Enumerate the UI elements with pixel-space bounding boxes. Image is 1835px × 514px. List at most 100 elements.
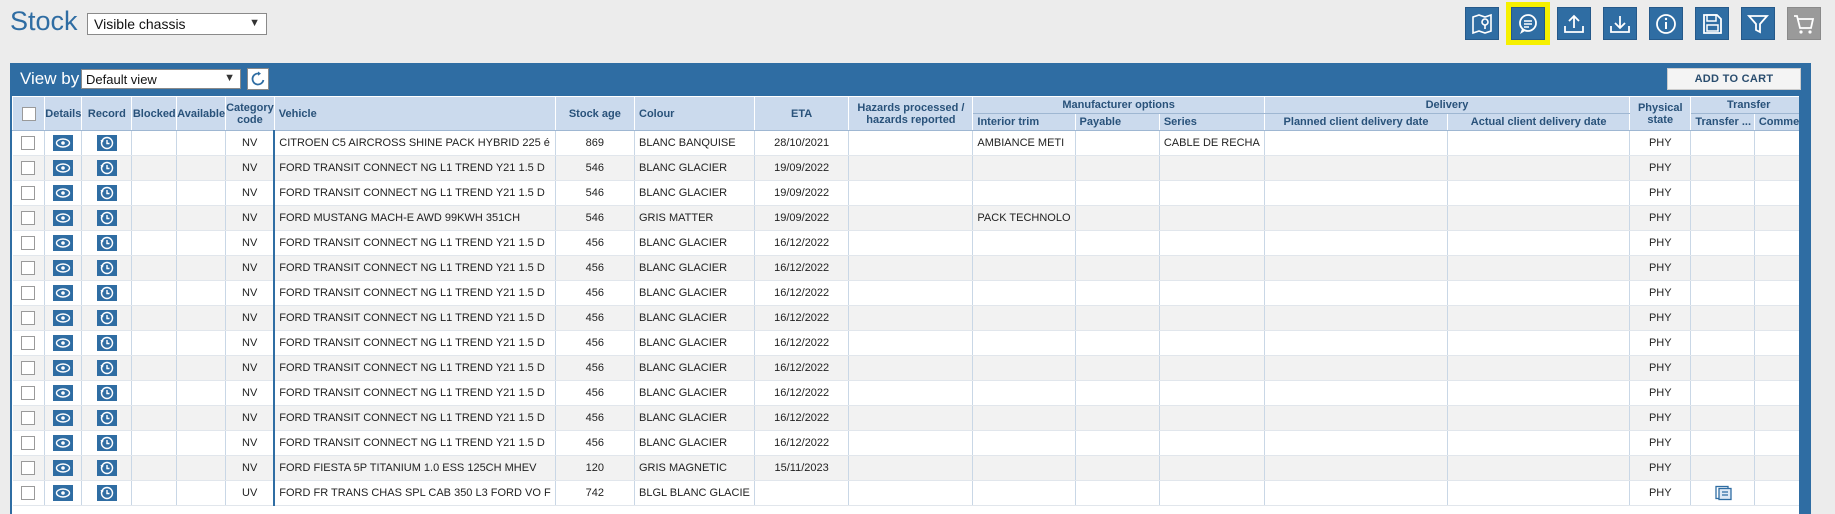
history-icon[interactable] <box>96 460 117 476</box>
interior-trim-cell <box>972 255 1076 281</box>
row-checkbox[interactable] <box>21 311 36 325</box>
row-checkbox[interactable] <box>21 486 36 500</box>
history-icon[interactable] <box>96 135 117 151</box>
row-checkbox[interactable] <box>21 361 36 375</box>
column-transfer[interactable]: Transfer ... <box>1690 113 1755 131</box>
eye-icon[interactable] <box>53 185 74 201</box>
eye-icon[interactable] <box>53 385 74 401</box>
history-icon[interactable] <box>96 235 117 251</box>
column-series[interactable]: Series <box>1158 113 1265 131</box>
table-row[interactable]: NV FORD MUSTANG MACH-E AWD 99KWH 351CH 546… <box>12 205 1807 231</box>
history-icon[interactable] <box>96 410 117 426</box>
history-icon[interactable] <box>96 260 117 276</box>
view-by-select[interactable]: Default view ▼ <box>81 69 241 89</box>
history-icon[interactable] <box>96 485 117 501</box>
cart-icon-button[interactable] <box>1787 7 1821 40</box>
eye-icon[interactable] <box>53 310 74 326</box>
add-to-cart-button[interactable]: ADD TO CART <box>1667 68 1801 90</box>
column-payable[interactable]: Payable <box>1074 113 1160 131</box>
physical-state-cell: PHY <box>1629 230 1692 256</box>
table-row[interactable]: NV FORD TRANSIT CONNECT NG L1 TREND Y21 1… <box>12 305 1807 331</box>
column-vehicle[interactable]: Vehicle <box>273 96 556 131</box>
eye-icon[interactable] <box>53 210 74 226</box>
row-checkbox[interactable] <box>21 461 36 475</box>
eye-icon[interactable] <box>53 235 74 251</box>
history-icon[interactable] <box>96 360 117 376</box>
history-icon[interactable] <box>96 335 117 351</box>
row-checkbox[interactable] <box>21 286 36 300</box>
row-checkbox[interactable] <box>21 211 36 225</box>
map-pin-icon-button[interactable] <box>1465 7 1499 40</box>
column-category-code[interactable]: Category code <box>225 96 275 131</box>
column-colour[interactable]: Colour <box>634 96 755 131</box>
row-checkbox[interactable] <box>21 436 36 450</box>
planned-delivery-cell <box>1264 205 1449 231</box>
history-icon[interactable] <box>96 285 117 301</box>
row-checkbox[interactable] <box>21 186 36 200</box>
series-cell <box>1159 305 1265 331</box>
eye-icon[interactable] <box>53 485 74 501</box>
row-checkbox[interactable] <box>21 161 36 175</box>
eye-icon[interactable] <box>53 335 74 351</box>
table-row[interactable]: NV FORD TRANSIT CONNECT NG L1 TREND Y21 1… <box>12 230 1807 256</box>
eye-icon[interactable] <box>53 160 74 176</box>
info-icon-button[interactable] <box>1649 7 1683 40</box>
save-icon-button[interactable] <box>1695 7 1729 40</box>
interior-trim-cell <box>972 380 1076 406</box>
select-all-checkbox[interactable] <box>21 106 36 121</box>
transfer-document-icon[interactable] <box>1714 485 1732 501</box>
column-hazards[interactable]: Hazards processed / hazards reported <box>848 96 974 131</box>
filter-icon-button[interactable] <box>1741 7 1775 40</box>
row-checkbox[interactable] <box>21 336 36 350</box>
table-row[interactable]: NV FORD TRANSIT CONNECT NG L1 TREND Y21 1… <box>12 330 1807 356</box>
details-cell <box>44 455 83 481</box>
row-checkbox[interactable] <box>21 411 36 425</box>
table-row[interactable]: NV FORD TRANSIT CONNECT NG L1 TREND Y21 1… <box>12 180 1807 206</box>
history-icon[interactable] <box>96 210 117 226</box>
eye-icon[interactable] <box>53 460 74 476</box>
column-physical-state[interactable]: Physical state <box>1629 96 1692 131</box>
vertical-scrollbar[interactable] <box>1799 96 1807 514</box>
eye-icon[interactable] <box>53 285 74 301</box>
column-available[interactable]: Available <box>176 96 227 131</box>
table-row[interactable]: NV FORD TRANSIT CONNECT NG L1 TREND Y21 1… <box>12 430 1807 456</box>
eye-icon[interactable] <box>53 435 74 451</box>
column-actual-delivery[interactable]: Actual client delivery date <box>1447 113 1631 131</box>
column-blocked[interactable]: Blocked <box>131 96 178 131</box>
column-record[interactable]: Record <box>81 96 133 131</box>
row-checkbox[interactable] <box>21 136 36 150</box>
table-row[interactable]: NV FORD TRANSIT CONNECT NG L1 TREND Y21 1… <box>12 405 1807 431</box>
history-icon[interactable] <box>96 310 117 326</box>
column-interior-trim[interactable]: Interior trim <box>972 113 1076 131</box>
table-row[interactable]: NV FORD TRANSIT CONNECT NG L1 TREND Y21 1… <box>12 280 1807 306</box>
payable-cell <box>1075 355 1160 381</box>
table-row[interactable]: NV FORD TRANSIT CONNECT NG L1 TREND Y21 1… <box>12 380 1807 406</box>
table-row[interactable]: NV FORD TRANSIT CONNECT NG L1 TREND Y21 1… <box>12 355 1807 381</box>
eye-icon[interactable] <box>53 135 74 151</box>
column-planned-delivery[interactable]: Planned client delivery date <box>1263 113 1449 131</box>
history-icon[interactable] <box>96 435 117 451</box>
column-stock-age[interactable]: Stock age <box>554 96 636 131</box>
comments-icon-button[interactable] <box>1506 2 1550 45</box>
history-icon[interactable] <box>96 160 117 176</box>
table-row[interactable]: NV FORD TRANSIT CONNECT NG L1 TREND Y21 1… <box>12 255 1807 281</box>
row-checkbox[interactable] <box>21 236 36 250</box>
table-row[interactable]: NV FORD FIESTA 5P TITANIUM 1.0 ESS 125CH … <box>12 455 1807 481</box>
history-icon[interactable] <box>96 185 117 201</box>
reset-view-button[interactable] <box>247 68 269 90</box>
row-checkbox[interactable] <box>21 261 36 275</box>
upload-icon-button[interactable] <box>1557 7 1591 40</box>
eye-icon[interactable] <box>53 260 74 276</box>
vehicle-cell: FORD FIESTA 5P TITANIUM 1.0 ESS 125CH MH… <box>274 455 556 481</box>
table-row[interactable]: UV FORD FR TRANS CHAS SPL CAB 350 L3 FORD… <box>12 480 1807 506</box>
row-checkbox[interactable] <box>21 386 36 400</box>
visibility-select[interactable]: Visible chassis ▼ <box>87 13 267 35</box>
download-icon-button[interactable] <box>1603 7 1637 40</box>
column-eta[interactable]: ETA <box>753 96 850 131</box>
column-details[interactable]: Details <box>44 96 83 131</box>
eye-icon[interactable] <box>53 360 74 376</box>
table-row[interactable]: NV CITROEN C5 AIRCROSS SHINE PACK HYBRID … <box>12 130 1807 156</box>
table-row[interactable]: NV FORD TRANSIT CONNECT NG L1 TREND Y21 1… <box>12 155 1807 181</box>
history-icon[interactable] <box>96 385 117 401</box>
eye-icon[interactable] <box>53 410 74 426</box>
